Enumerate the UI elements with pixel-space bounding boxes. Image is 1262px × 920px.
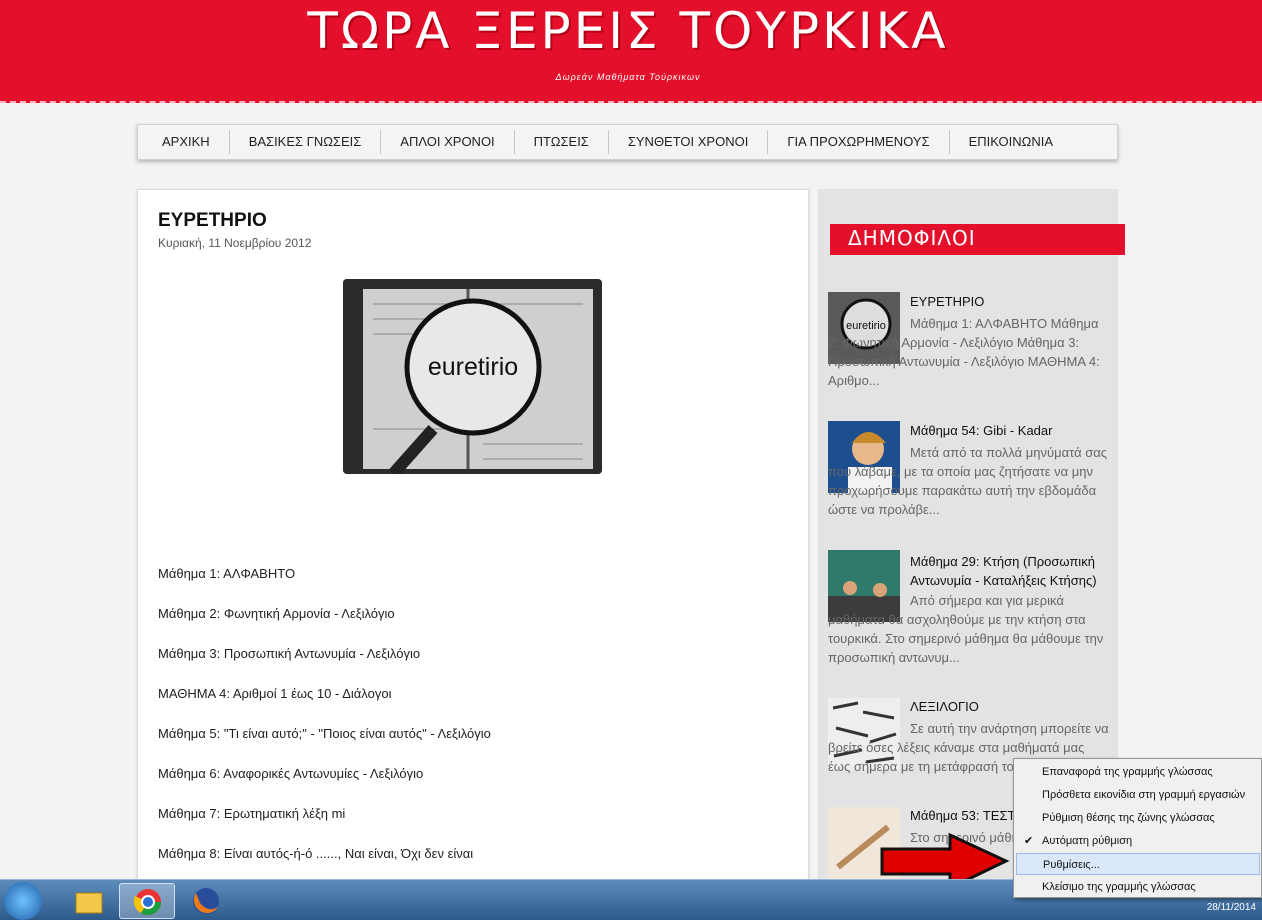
menu-item-label: Επαναφορά της γραμμής γλώσσας bbox=[1042, 766, 1213, 778]
menu-adjust-position[interactable]: Ρύθμιση θέσης της ζώνης γλώσσας bbox=[1016, 807, 1260, 829]
lesson-link[interactable]: Μάθημα 5: "Τι είναι αυτό;" - "Ποιος είνα… bbox=[158, 726, 491, 741]
popular-post-title[interactable]: Μάθημα 29: Κτήση (Προσωπική Αντωνυμία - … bbox=[910, 552, 1110, 590]
lesson-link[interactable]: Μάθημα 2: Φωνητική Αρμονία - Λεξιλόγιο bbox=[158, 606, 395, 621]
main-nav: ΑΡΧΙΚΗ ΒΑΣΙΚΕΣ ΓΝΩΣΕΙΣ ΑΠΛΟΙ ΧΡΟΝΟΙ ΠΤΩΣ… bbox=[137, 124, 1118, 160]
menu-settings[interactable]: Ρυθμίσεις... bbox=[1016, 853, 1260, 875]
menu-restore-language-bar[interactable]: Επαναφορά της γραμμής γλώσσας bbox=[1016, 761, 1260, 783]
menu-item-label: Αυτόματη ρύθμιση bbox=[1042, 835, 1133, 847]
nav-contact[interactable]: ΕΠΙΚΟΙΝΩΝΙΑ bbox=[950, 130, 1072, 154]
popular-post-title[interactable]: ΛΕΞΙΛΟΓΙΟ bbox=[910, 699, 979, 714]
menu-additional-icons[interactable]: Πρόσθετα εικονίδια στη γραμμή εργασιών bbox=[1016, 784, 1260, 806]
taskbar-clock[interactable]: 28/11/2014 bbox=[1207, 902, 1256, 913]
popular-post-title[interactable]: Μάθημα 54: Gibi - Kadar bbox=[910, 423, 1052, 438]
magnifier-caption: euretirio bbox=[428, 353, 518, 381]
popular-post-snippet: Μάθημα 1: ΑΛΦΑΒΗΤΟ Μάθημα 2: Φωνητική Αρ… bbox=[828, 316, 1100, 388]
popular-post-snippet: Μετά από τα πολλά μηνύματά σας που λάβαμ… bbox=[828, 445, 1108, 517]
popular-heading-banner: ΔΗΜΟΦΙΛΟΙ bbox=[830, 224, 1125, 255]
chrome-taskbar-icon[interactable] bbox=[119, 883, 175, 919]
menu-item-label: Πρόσθετα εικονίδια στη γραμμή εργασιών bbox=[1042, 789, 1246, 801]
nav-home[interactable]: ΑΡΧΙΚΗ bbox=[138, 130, 230, 154]
lesson-link[interactable]: Μάθημα 8: Είναι αυτός-ή-ό ......, Ναι εί… bbox=[158, 846, 473, 861]
start-button[interactable] bbox=[4, 882, 42, 920]
lesson-link[interactable]: Μάθημα 6: Αναφορικές Αντωνυμίες - Λεξιλό… bbox=[158, 766, 423, 781]
site-title[interactable]: ΤΩΡΑ ΞΕΡΕΙΣ ΤΟΥΡΚΙΚΑ bbox=[0, 2, 1256, 60]
nav-simple-tenses[interactable]: ΑΠΛΟΙ ΧΡΟΝΟΙ bbox=[381, 130, 515, 154]
menu-item-label: Ρυθμίσεις... bbox=[1043, 859, 1100, 871]
site-subtitle: Δωρεάν Μαθήματα Τούρκικων bbox=[555, 72, 701, 82]
magnifier-illustration: euretirio bbox=[343, 279, 602, 474]
menu-item-label: Κλείσιμο της γραμμής γλώσσας bbox=[1042, 881, 1196, 893]
popular-post-snippet: Από σήμερα και για μερικά μαθήματα θα ασ… bbox=[828, 593, 1104, 665]
nav-basics[interactable]: ΒΑΣΙΚΕΣ ΓΝΩΣΕΙΣ bbox=[230, 130, 382, 154]
lesson-link[interactable]: ΜΑΘΗΜΑ 4: Αριθμοί 1 έως 10 - Διάλογοι bbox=[158, 686, 391, 701]
language-bar-context-menu: Επαναφορά της γραμμής γλώσσας Πρόσθετα ε… bbox=[1013, 758, 1262, 898]
popular-post-title[interactable]: Μάθημα 53: ΤΕΣΤ bbox=[910, 808, 1015, 823]
lesson-link[interactable]: Μάθημα 1: ΑΛΦΑΒΗΤΟ bbox=[158, 566, 295, 581]
lesson-link[interactable]: Μάθημα 7: Ερωτηματική λέξη mi bbox=[158, 806, 345, 821]
post-body: ΕΥΡΕΤΗΡΙΟ Κυριακή, 11 Νοεμβρίου 2012 eur… bbox=[137, 189, 809, 889]
post-image-magnifier[interactable]: euretirio bbox=[343, 279, 602, 474]
firefox-taskbar-icon[interactable] bbox=[178, 883, 234, 919]
nav-cases[interactable]: ΠΤΩΣΕΙΣ bbox=[515, 130, 609, 154]
menu-item-label: Ρύθμιση θέσης της ζώνης γλώσσας bbox=[1042, 812, 1215, 824]
lesson-link[interactable]: Μάθημα 3: Προσωπική Αντωνυμία - Λεξιλόγι… bbox=[158, 646, 420, 661]
post-date: Κυριακή, 11 Νοεμβρίου 2012 bbox=[158, 236, 312, 250]
nav-advanced[interactable]: ΓΙΑ ΠΡΟΧΩΡΗΜΕΝΟΥΣ bbox=[768, 130, 950, 154]
checkmark-icon: ✔ bbox=[1024, 835, 1034, 847]
nav-compound-tenses[interactable]: ΣΥΝΘΕΤΟΙ ΧΡΟΝΟΙ bbox=[609, 130, 769, 154]
post-title[interactable]: ΕΥΡΕΤΗΡΙΟ bbox=[158, 210, 267, 232]
menu-auto-adjust[interactable]: ✔ Αυτόματη ρύθμιση bbox=[1016, 830, 1260, 852]
popular-post-title[interactable]: ΕΥΡΕΤΗΡΙΟ bbox=[910, 294, 984, 309]
popular-heading: ΔΗΜΟΦΙΛΟΙ bbox=[848, 226, 976, 250]
explorer-taskbar-icon[interactable] bbox=[60, 883, 116, 919]
menu-close-language-bar[interactable]: Κλείσιμο της γραμμής γλώσσας bbox=[1016, 876, 1260, 898]
site-header: ΤΩΡΑ ΞΕΡΕΙΣ ΤΟΥΡΚΙΚΑ Δωρεάν Μαθήματα Τού… bbox=[0, 0, 1262, 103]
